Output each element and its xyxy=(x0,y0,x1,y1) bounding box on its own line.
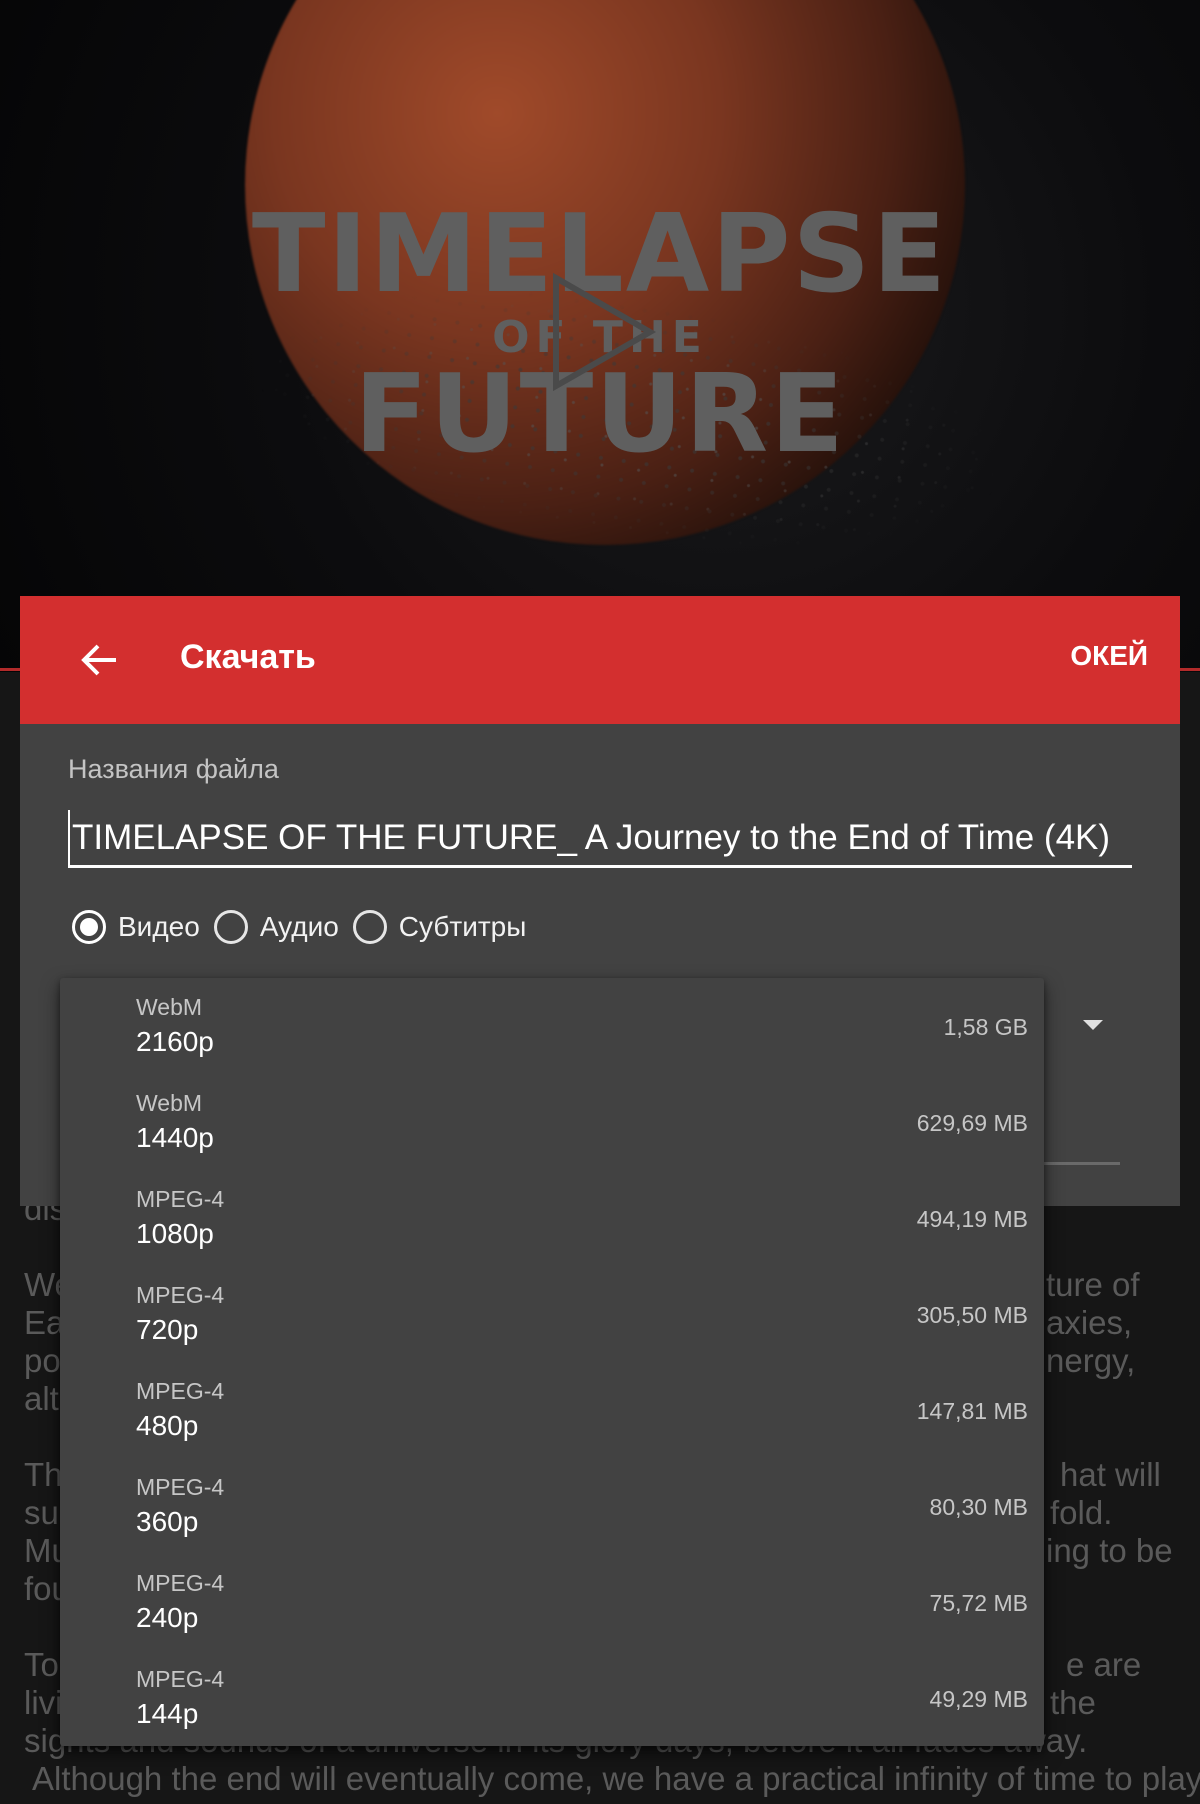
quality-option[interactable]: MPEG-4 144p 49,29 MB xyxy=(60,1650,1044,1746)
description-line: alt xyxy=(24,1380,59,1417)
description-fragment: the xyxy=(1050,1684,1096,1721)
back-button[interactable] xyxy=(70,630,130,690)
quality-option[interactable]: WebM 1440p 629,69 MB xyxy=(60,1074,1044,1170)
option-resolution: 480p xyxy=(136,1410,199,1441)
radio-label: Аудио xyxy=(259,911,339,942)
option-resolution: 2160p xyxy=(136,1026,214,1057)
description-line: Although the end will eventually come, w… xyxy=(32,1760,1200,1797)
description-line: su xyxy=(24,1494,59,1531)
description-line: Th xyxy=(24,1456,63,1493)
radio-audio[interactable]: Аудио xyxy=(213,910,339,944)
description-fragment: ture of xyxy=(1046,1266,1140,1303)
option-format: MPEG-4 xyxy=(136,1282,225,1308)
option-resolution: 1080p xyxy=(136,1218,214,1249)
option-size: 80,30 MB xyxy=(929,1494,1028,1520)
dialog-toolbar: Скачать ОКЕЙ xyxy=(20,596,1180,724)
description-line: po xyxy=(24,1342,61,1379)
arrow-left-icon xyxy=(81,644,116,676)
filename-label: Названия файла xyxy=(68,754,279,784)
quality-option[interactable]: MPEG-4 480p 147,81 MB xyxy=(60,1362,1044,1458)
quality-option[interactable]: WebM 2160p 1,58 GB xyxy=(60,978,1044,1074)
radio-label: Видео xyxy=(118,911,200,942)
option-size: 147,81 MB xyxy=(916,1398,1028,1424)
option-size: 629,69 MB xyxy=(916,1110,1028,1136)
download-type-radios: Видео Аудио Субтитры xyxy=(72,910,540,944)
description-line: To xyxy=(24,1646,59,1683)
option-size: 75,72 MB xyxy=(929,1590,1028,1616)
description-line: livi xyxy=(24,1684,63,1721)
description-line: Ea xyxy=(24,1304,65,1341)
radio-subtitles[interactable]: Субтитры xyxy=(352,910,527,944)
radio-label: Субтитры xyxy=(398,911,527,942)
option-resolution: 144p xyxy=(136,1698,199,1729)
option-format: MPEG-4 xyxy=(136,1666,225,1692)
radio-video[interactable]: Видео xyxy=(72,910,200,944)
ok-button[interactable]: ОКЕЙ xyxy=(1070,640,1148,672)
quality-option[interactable]: MPEG-4 1080p 494,19 MB xyxy=(60,1170,1044,1266)
quality-option[interactable]: MPEG-4 240p 75,72 MB xyxy=(60,1554,1044,1650)
video-thumbnail[interactable]: TIMELAPSE OF THE FUTURE xyxy=(0,0,1200,672)
radio-unchecked-icon xyxy=(352,910,387,944)
option-size: 49,29 MB xyxy=(929,1686,1028,1712)
quality-option[interactable]: MPEG-4 360p 80,30 MB xyxy=(60,1458,1044,1554)
description-fragment: fold. xyxy=(1050,1494,1113,1531)
description-fragment: nergy, xyxy=(1046,1342,1136,1379)
description-fragment: axies, xyxy=(1046,1304,1133,1341)
quality-option[interactable]: MPEG-4 720p 305,50 MB xyxy=(60,1266,1044,1362)
description-fragment: e are xyxy=(1066,1646,1142,1683)
option-format: WebM xyxy=(136,994,203,1020)
quality-dropdown: WebM 2160p 1,58 GB WebM 1440p 629,69 MB … xyxy=(60,978,1044,1746)
dropdown-arrow-icon[interactable] xyxy=(1083,1020,1103,1030)
option-size: 305,50 MB xyxy=(916,1302,1028,1328)
description-fragment: hat will xyxy=(1060,1456,1161,1493)
option-resolution: 720p xyxy=(136,1314,199,1345)
option-size: 1,58 GB xyxy=(943,1014,1028,1040)
dialog-title: Скачать xyxy=(180,638,316,676)
option-format: MPEG-4 xyxy=(136,1186,225,1212)
option-format: MPEG-4 xyxy=(136,1474,225,1500)
option-size: 494,19 MB xyxy=(916,1206,1028,1232)
option-format: WebM xyxy=(136,1090,203,1116)
option-format: MPEG-4 xyxy=(136,1570,225,1596)
option-resolution: 360p xyxy=(136,1506,199,1537)
option-format: MPEG-4 xyxy=(136,1378,225,1404)
radio-unchecked-icon xyxy=(213,910,248,944)
radio-checked-icon xyxy=(72,910,106,944)
play-icon[interactable] xyxy=(548,272,658,392)
description-fragment: ing to be xyxy=(1046,1532,1173,1569)
filename-input[interactable] xyxy=(68,810,1132,868)
option-resolution: 1440p xyxy=(136,1122,214,1153)
option-resolution: 240p xyxy=(136,1602,199,1633)
